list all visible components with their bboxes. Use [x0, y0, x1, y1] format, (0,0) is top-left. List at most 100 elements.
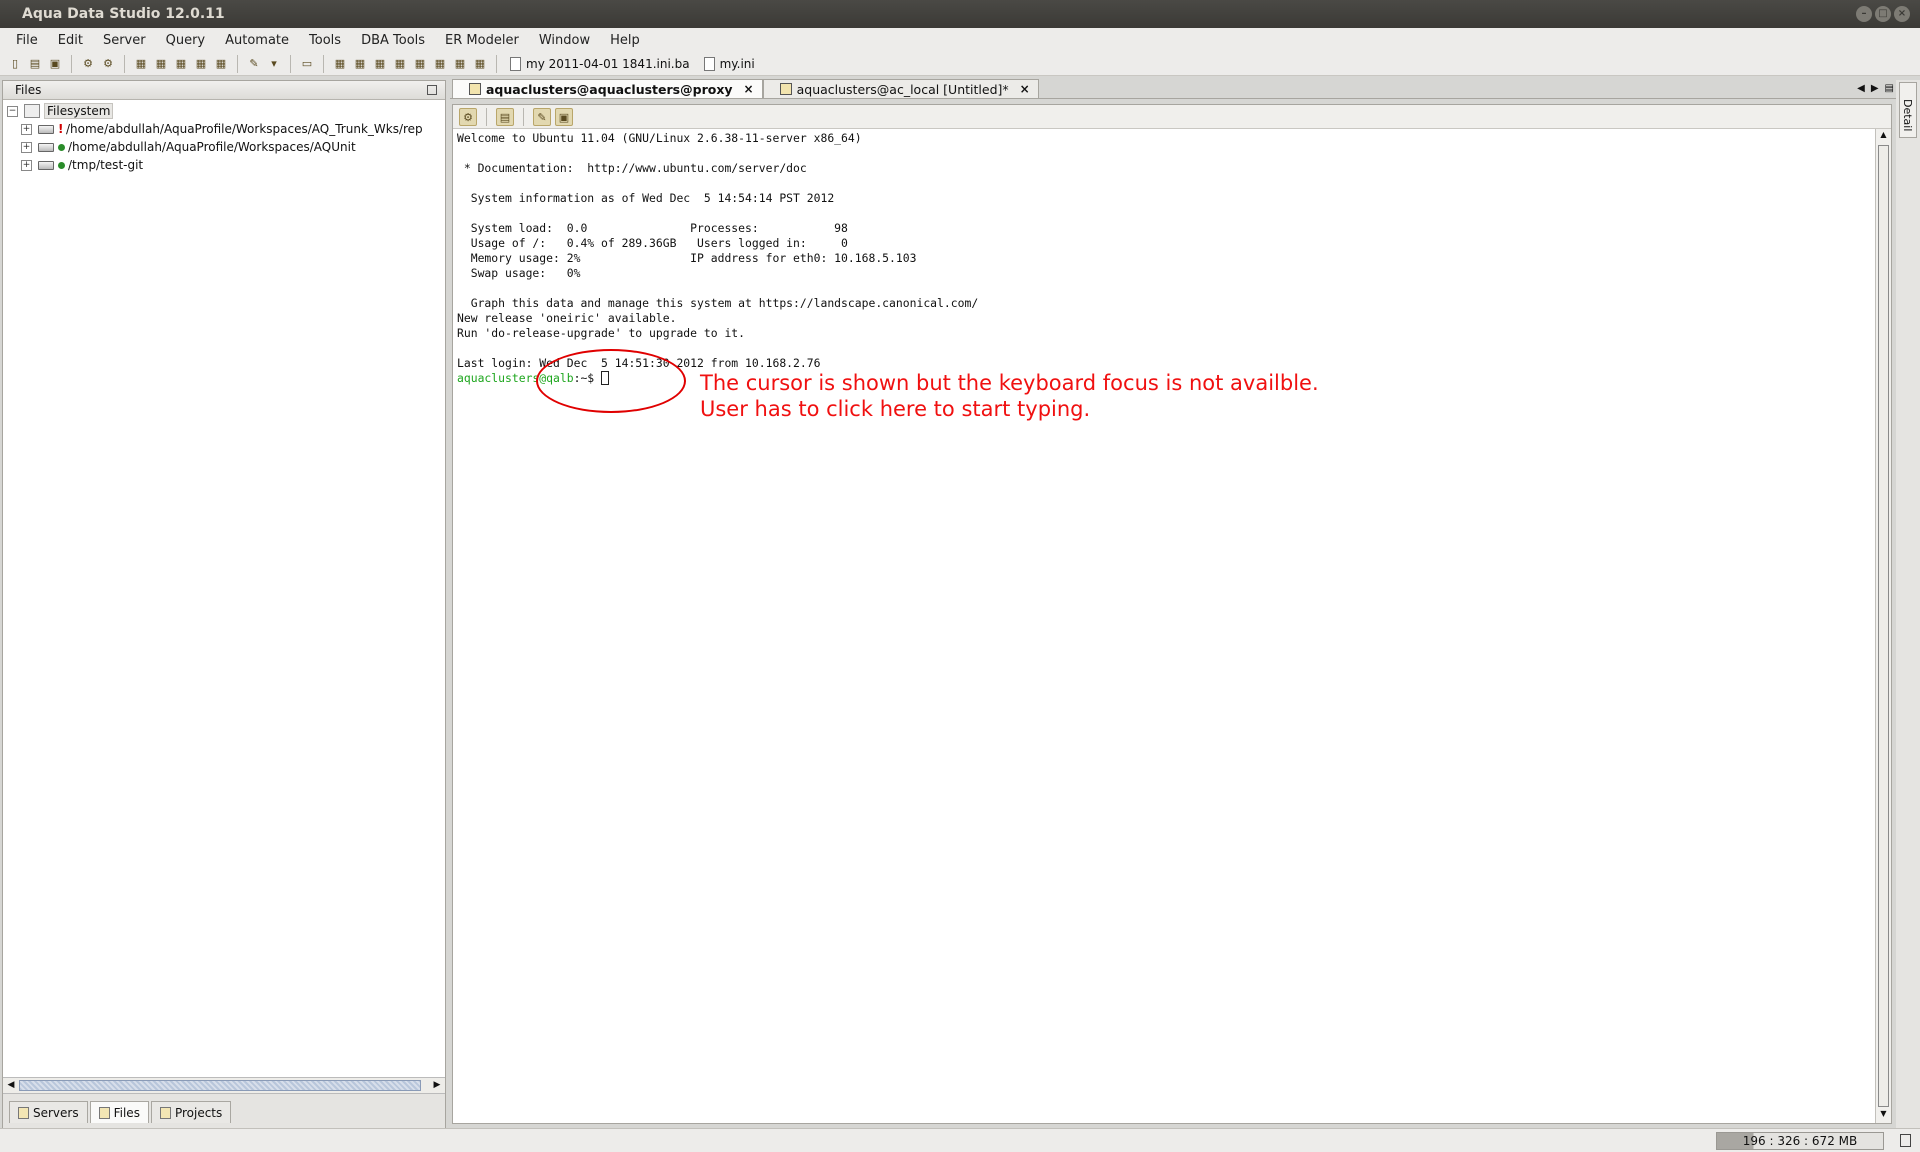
open-icon[interactable]: ▤ [26, 55, 44, 73]
menu-server[interactable]: Server [93, 33, 156, 48]
status-bar: 196 : 326 : 672 MB [0, 1128, 1920, 1152]
collapse-icon[interactable]: − [7, 105, 18, 117]
memory-indicator[interactable]: 196 : 326 : 672 MB [1716, 1132, 1884, 1150]
terminal-toolbar: ⚙ ▤ ✎ ▣ [453, 105, 1891, 129]
ok-status-icon [58, 161, 65, 169]
toolbar-separator [496, 54, 497, 73]
grid-view-4-icon[interactable]: ▦ [391, 55, 409, 73]
grid-view-7-icon[interactable]: ▦ [451, 55, 469, 73]
scroll-thumb[interactable] [1878, 145, 1889, 1107]
new-file-icon[interactable]: ▯ [6, 55, 24, 73]
paste-icon[interactable]: ▤ [496, 107, 514, 126]
menu-tools[interactable]: Tools [299, 33, 351, 48]
recent-file-2[interactable]: my.ini [698, 56, 761, 71]
tree-root-label: Filesystem [44, 103, 114, 119]
terminal-icon[interactable]: ▭ [298, 55, 316, 73]
scripts-icon[interactable]: ✎ [245, 55, 263, 73]
grid-view-2-icon[interactable]: ▦ [351, 55, 369, 73]
servers-icon [18, 1106, 29, 1119]
files-icon [98, 1106, 110, 1119]
scroll-up-icon[interactable]: ▲ [1877, 130, 1890, 143]
expand-icon[interactable]: + [21, 141, 32, 153]
window-controls: – □ × [1856, 6, 1910, 22]
minimize-button[interactable]: – [1856, 6, 1872, 22]
close-button[interactable]: × [1894, 6, 1910, 22]
close-tab-icon[interactable]: × [744, 82, 754, 96]
settings-icon[interactable]: ▣ [555, 107, 573, 126]
grid-view-8-icon[interactable]: ▦ [471, 55, 489, 73]
expand-icon[interactable]: + [21, 123, 32, 135]
grid-view-icon[interactable]: ▦ [331, 55, 349, 73]
editor-tab-proxy[interactable]: aquaclusters@aquaclusters@proxy × [452, 79, 763, 98]
menu-edit[interactable]: Edit [48, 33, 93, 48]
edit-icon[interactable]: ✎ [533, 107, 551, 126]
tab-projects[interactable]: Projects [150, 1101, 232, 1123]
detail-tab-label: Detail [1901, 99, 1914, 132]
schema-script-icon[interactable]: ▦ [212, 55, 230, 73]
query-window-icon[interactable]: ▦ [132, 55, 150, 73]
grid-view-5-icon[interactable]: ▦ [411, 55, 429, 73]
editor-tab-label: aquaclusters@ac_local [Untitled]* [796, 81, 1009, 97]
file-tree: − Filesystem + ! /home/abdullah/AquaProf… [3, 100, 445, 174]
scroll-left-icon[interactable]: ◀ [4, 1079, 18, 1092]
panel-tabs: Servers Files Projects [3, 1093, 445, 1129]
menu-window[interactable]: Window [529, 33, 600, 48]
dropdown-arrow-icon[interactable]: ▾ [265, 55, 283, 73]
menu-file[interactable]: File [6, 33, 48, 48]
grid-view-3-icon[interactable]: ▦ [371, 55, 389, 73]
menu-query[interactable]: Query [156, 33, 216, 48]
editor-tab-label: aquaclusters@aquaclusters@proxy [486, 81, 733, 97]
save-icon[interactable]: ▣ [46, 55, 64, 73]
query-analyzer-icon[interactable]: ▦ [152, 55, 170, 73]
toolbar-separator [323, 54, 324, 73]
toolbar-separator [124, 54, 125, 73]
menu-help[interactable]: Help [600, 33, 650, 48]
tree-item[interactable]: + ! /home/abdullah/AquaProfile/Workspace… [7, 120, 445, 138]
menu-dba-tools[interactable]: DBA Tools [351, 33, 435, 48]
table-data-icon[interactable]: ▦ [192, 55, 210, 73]
files-panel-header: Files [3, 81, 445, 100]
query-builder-icon[interactable]: ▦ [172, 55, 190, 73]
annotation-line-2: User has to click here to start typing. [700, 397, 1091, 421]
right-side-strip: Detail [1896, 80, 1920, 1130]
terminal-line: Usage of /: 0.4% of 289.36GB Users logge… [457, 236, 848, 250]
terminal-line: New release 'oneiric' available. [457, 311, 677, 325]
tab-next-icon[interactable]: ▶ [1871, 83, 1879, 94]
editor-tab-local[interactable]: aquaclusters@ac_local [Untitled]* × [762, 79, 1039, 98]
tab-servers[interactable]: Servers [9, 1101, 88, 1123]
restore-icon[interactable] [427, 85, 437, 95]
detail-tab[interactable]: Detail [1899, 82, 1917, 138]
terminal-output[interactable]: Welcome to Ubuntu 11.04 (GNU/Linux 2.6.3… [457, 131, 1871, 1121]
scroll-right-icon[interactable]: ▶ [430, 1079, 444, 1092]
scroll-thumb[interactable] [19, 1080, 421, 1091]
title-bar: Aqua Data Studio 12.0.11 – □ × [0, 0, 1920, 28]
tab-list-icon[interactable]: ▤ [1885, 83, 1894, 94]
scroll-down-icon[interactable]: ▼ [1877, 1109, 1890, 1122]
error-status-icon: ! [58, 122, 64, 136]
horizontal-scrollbar[interactable]: ◀ ▶ [3, 1077, 445, 1093]
terminal-line: System load: 0.0 Processes: 98 [457, 221, 848, 235]
disconnect-icon[interactable]: ⚙ [99, 55, 117, 73]
expand-icon[interactable]: + [21, 159, 32, 171]
close-tab-icon[interactable]: × [1020, 82, 1030, 96]
recent-file-1[interactable]: my 2011-04-01 1841.ini.ba [504, 56, 696, 71]
tree-root[interactable]: − Filesystem [7, 102, 445, 120]
menu-automate[interactable]: Automate [215, 33, 299, 48]
connect-icon[interactable]: ⚙ [79, 55, 97, 73]
recent-file-1-label: my 2011-04-01 1841.ini.ba [526, 56, 690, 71]
toolbar-separator [523, 107, 524, 126]
menu-er-modeler[interactable]: ER Modeler [435, 33, 529, 48]
garbage-collect-icon[interactable] [1900, 1134, 1911, 1147]
terminal-line: Welcome to Ubuntu 11.04 (GNU/Linux 2.6.3… [457, 131, 862, 145]
tab-prev-icon[interactable]: ◀ [1857, 83, 1865, 94]
maximize-button[interactable]: □ [1875, 6, 1891, 22]
connect-terminal-icon[interactable]: ⚙ [459, 107, 477, 126]
tree-item[interactable]: + /home/abdullah/AquaProfile/Workspaces/… [7, 138, 445, 156]
tab-files[interactable]: Files [89, 1101, 149, 1123]
annotation-line-1: The cursor is shown but the keyboard foc… [700, 371, 1319, 395]
grid-view-6-icon[interactable]: ▦ [431, 55, 449, 73]
vertical-scrollbar[interactable]: ▲ ▼ [1875, 129, 1891, 1123]
tree-item[interactable]: + /tmp/test-git [7, 156, 445, 174]
